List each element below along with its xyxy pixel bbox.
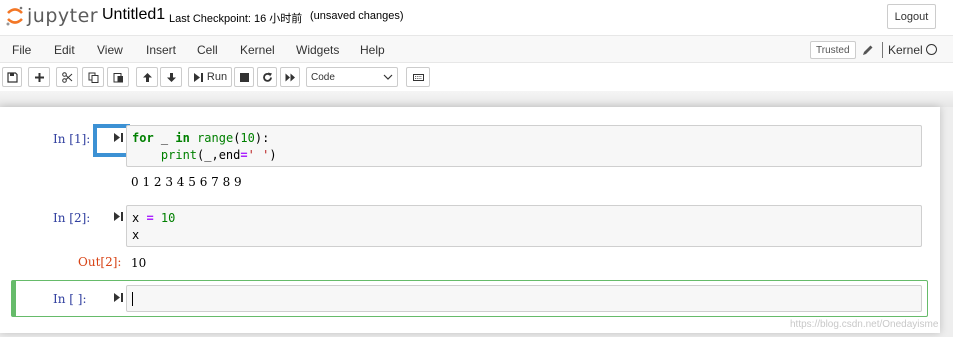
scissors-icon — [61, 71, 72, 83]
insert-cell-below-button[interactable] — [28, 67, 50, 87]
watermark: https://blog.csdn.net/Onedayisme — [790, 319, 939, 330]
interrupt-kernel-button[interactable] — [234, 67, 254, 87]
jupyter-logo[interactable]: jupyter — [5, 3, 98, 29]
pencil-icon[interactable] — [862, 44, 874, 56]
code-line: for _ in range(10): — [132, 131, 270, 145]
input-prompt: In [1]: — [53, 132, 91, 146]
cell-output: 10 — [131, 256, 147, 270]
copy-cell-button[interactable] — [82, 67, 104, 87]
run-cell-icon[interactable] — [113, 292, 124, 303]
menubar: File Edit View Insert Cell Kernel Widget… — [0, 35, 953, 63]
kernel-name[interactable]: Kernel — [888, 43, 923, 57]
code-line: print(_,end=' ') — [160, 148, 277, 162]
code-input[interactable]: x = 10 x — [126, 205, 922, 247]
output-prompt: Out[2]: — [78, 255, 122, 269]
header: jupyter Untitled1 Last Checkpoint: 16 小时… — [0, 0, 953, 35]
menu-kernel[interactable]: Kernel — [240, 43, 275, 57]
fast-forward-icon — [285, 73, 295, 81]
notebook-title[interactable]: Untitled1 — [102, 6, 165, 24]
save-icon — [6, 71, 18, 83]
save-button[interactable] — [2, 67, 22, 87]
cell-type-value: Code — [311, 71, 335, 83]
toolbar: Run Code — [0, 63, 953, 91]
checkpoint-status: Last Checkpoint: 16 小时前 — [169, 13, 303, 25]
restart-kernel-button[interactable] — [257, 67, 277, 87]
notebook-container: In [1]: for _ in range(10): print(_,end=… — [0, 107, 940, 333]
trusted-indicator[interactable]: Trusted — [810, 41, 856, 59]
menu-file[interactable]: File — [12, 43, 31, 57]
jupyter-logo-icon — [6, 6, 23, 26]
copy-icon — [88, 72, 98, 83]
highlight-box — [93, 124, 130, 157]
run-cell-icon[interactable] — [113, 211, 124, 222]
input-prompt: In [2]: — [53, 211, 91, 225]
move-cell-down-button[interactable] — [160, 67, 182, 87]
cut-cell-button[interactable] — [56, 67, 78, 87]
kernel-idle-indicator-icon — [926, 44, 937, 55]
keyboard-icon — [412, 73, 424, 81]
paste-cell-button[interactable] — [107, 67, 129, 87]
arrow-down-icon — [166, 72, 176, 82]
autosave-status: (unsaved changes) — [310, 10, 404, 22]
arrow-up-icon — [142, 72, 152, 82]
menu-insert[interactable]: Insert — [146, 43, 176, 57]
logo-text: jupyter — [27, 5, 99, 27]
code-line: x — [132, 228, 140, 242]
chevron-down-icon — [383, 74, 393, 80]
kernel-divider — [882, 42, 883, 58]
command-palette-button[interactable] — [406, 67, 430, 87]
logout-button[interactable]: Logout — [887, 4, 936, 29]
restart-run-all-button[interactable] — [280, 67, 300, 87]
step-forward-icon — [193, 72, 203, 82]
run-button[interactable]: Run — [188, 67, 232, 87]
text-cursor — [132, 291, 133, 306]
plus-icon — [34, 72, 44, 82]
cell-output: 0 1 2 3 4 5 6 7 8 9 — [131, 175, 242, 189]
paste-icon — [113, 72, 123, 82]
refresh-icon — [262, 72, 272, 82]
menu-help[interactable]: Help — [360, 43, 385, 57]
menu-cell[interactable]: Cell — [197, 43, 218, 57]
run-label: Run — [206, 71, 228, 83]
code-line: x = 10 — [132, 211, 176, 225]
input-prompt: In [ ]: — [53, 292, 87, 306]
stop-icon — [239, 72, 249, 82]
menu-widgets[interactable]: Widgets — [296, 43, 339, 57]
menu-edit[interactable]: Edit — [54, 43, 75, 57]
code-input[interactable] — [126, 285, 922, 312]
cell-type-select[interactable]: Code — [306, 67, 398, 87]
toolbar-divider — [0, 91, 953, 107]
menu-view[interactable]: View — [97, 43, 123, 57]
move-cell-up-button[interactable] — [136, 67, 158, 87]
code-input[interactable]: for _ in range(10): print(_,end=' ') — [126, 125, 922, 167]
